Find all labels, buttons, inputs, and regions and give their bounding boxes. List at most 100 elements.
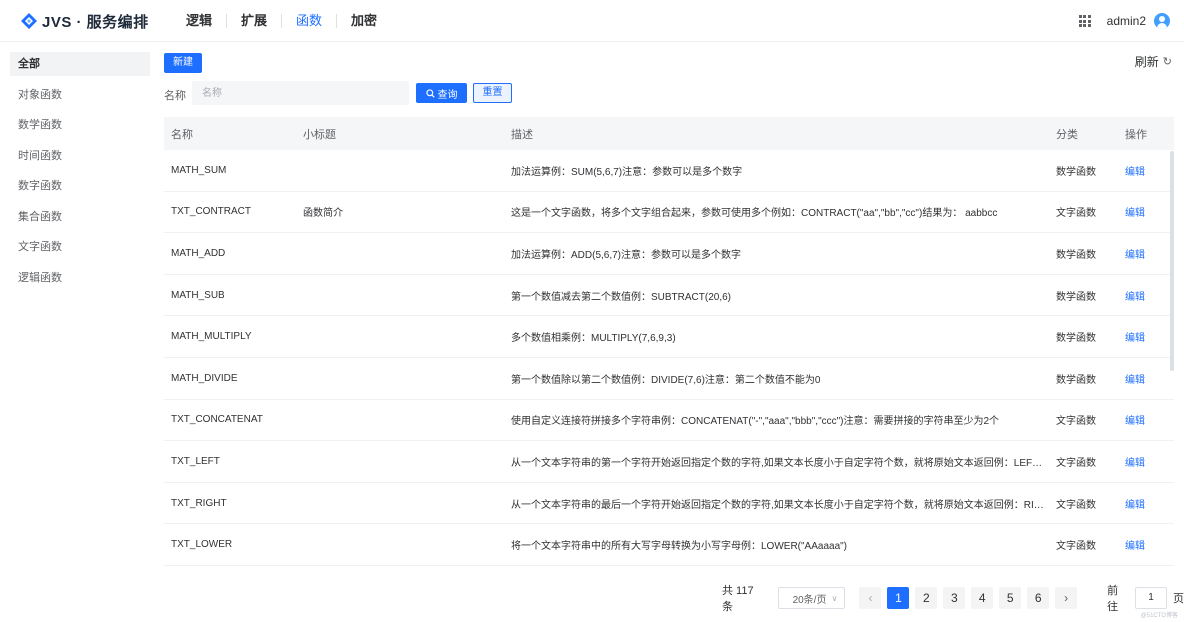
cell-name: MATH_DIVIDE	[171, 372, 238, 384]
page-size-value: 20条/页	[792, 594, 827, 606]
edit-link[interactable]: 编辑	[1125, 167, 1145, 178]
main-nav: 逻辑 扩展 函数 加密	[172, 0, 391, 42]
table-row[interactable]: TXT_CONTRACT 函数简介 这是一个文字函数，将多个文字组合起来，参数可…	[164, 192, 1174, 234]
header-op: 操作	[1125, 128, 1147, 141]
cell-category: 文字函数	[1056, 416, 1096, 428]
edit-link[interactable]: 编辑	[1125, 375, 1145, 386]
cell-name: TXT_LEFT	[171, 455, 220, 467]
goto-label: 前往	[1107, 585, 1119, 613]
table-row[interactable]: TXT_CONCATENAT 使用自定义连接符拼接多个字符串例：CONCATEN…	[164, 400, 1174, 442]
table-row[interactable]: MATH_SUB 第一个数值减去第二个数值例：SUBTRACT(20,6) 数学…	[164, 275, 1174, 317]
table-row[interactable]: MATH_DIVIDE 第一个数值除以第二个数值例：DIVIDE(7,6)注意：…	[164, 358, 1174, 400]
cell-category: 文字函数	[1056, 208, 1096, 220]
edit-link[interactable]: 编辑	[1125, 250, 1145, 261]
table-row[interactable]: MATH_SUM 加法运算例：SUM(5,6,7)注意：参数可以是多个数字 数学…	[164, 150, 1174, 192]
edit-link[interactable]: 编辑	[1125, 541, 1145, 552]
cell-name: MATH_SUM	[171, 164, 227, 176]
functions-table: 名称 小标题 描述 分类 操作 MATH_SUM 加法运算例：SUM(5,6,7…	[164, 117, 1174, 571]
table-scrollbar[interactable]	[1170, 151, 1174, 371]
cell-desc: 这是一个文字函数，将多个文字组合起来，参数可使用多个例如：CONTRACT("a…	[511, 208, 998, 220]
cell-category: 数学函数	[1056, 374, 1096, 386]
next-page-button[interactable]: ›	[1055, 587, 1078, 609]
page-button[interactable]: 1	[887, 587, 910, 609]
cell-category: 数学函数	[1056, 249, 1096, 261]
search-icon	[425, 88, 435, 98]
table-row[interactable]: TXT_LOWER 将一个文本字符串中的所有大写字母转换为小写字母例：LOWER…	[164, 524, 1174, 566]
category-sidebar: 全部 对象函数 数学函数 时间函数 数字函数 集合函数 文字函数 逻辑函数	[10, 52, 150, 296]
header-name: 名称	[171, 128, 193, 141]
cell-name: MATH_ADD	[171, 247, 226, 259]
cell-category: 数学函数	[1056, 166, 1096, 178]
nav-item-encryption[interactable]: 加密	[336, 14, 391, 28]
app-title: JVS · 服务编排	[42, 13, 149, 31]
sidebar-item-logic[interactable]: 逻辑函数	[10, 266, 150, 290]
sidebar-item-math[interactable]: 数学函数	[10, 113, 150, 137]
sidebar-item-text[interactable]: 文字函数	[10, 235, 150, 259]
total-count: 共 117 条	[722, 585, 754, 613]
page-button[interactable]: 4	[971, 587, 994, 609]
sidebar-item-number[interactable]: 数字函数	[10, 174, 150, 198]
query-label: 查询	[437, 89, 458, 101]
edit-link[interactable]: 编辑	[1125, 333, 1145, 344]
table-row[interactable]: TXT_RIGHT 从一个文本字符串的最后一个字符开始返回指定个数的字符,如果文…	[164, 483, 1174, 525]
filter-name-label: 名称	[164, 90, 186, 102]
nav-item-extension[interactable]: 扩展	[226, 14, 281, 28]
sidebar-item-collection[interactable]: 集合函数	[10, 205, 150, 229]
page-button[interactable]: 6	[1027, 587, 1050, 609]
cell-category: 文字函数	[1056, 541, 1096, 553]
query-button[interactable]: 查询	[416, 83, 467, 103]
name-search-input[interactable]	[192, 81, 409, 105]
watermark: @51CTO博客	[1140, 613, 1178, 619]
sidebar-item-object[interactable]: 对象函数	[10, 83, 150, 107]
edit-link[interactable]: 编辑	[1125, 416, 1145, 427]
cell-desc: 使用自定义连接符拼接多个字符串例：CONCATENAT("-","aaa","b…	[511, 416, 1000, 428]
cell-category: 文字函数	[1056, 457, 1096, 469]
edit-link[interactable]: 编辑	[1125, 458, 1145, 469]
top-bar: JVS · 服务编排 逻辑 扩展 函数 加密 admin2	[0, 0, 1184, 42]
page-button[interactable]: 5	[999, 587, 1022, 609]
cell-name: MATH_MULTIPLY	[171, 331, 252, 343]
cell-category: 数学函数	[1056, 291, 1096, 303]
cell-subtitle: 函数简介	[303, 208, 343, 220]
cell-name: MATH_SUB	[171, 289, 225, 301]
cell-name: TXT_LOWER	[171, 539, 233, 551]
cell-name: TXT_CONCATENAT	[171, 414, 263, 426]
chevron-down-icon: ∨	[831, 593, 838, 603]
username[interactable]: admin2	[1107, 14, 1146, 28]
header-desc: 描述	[511, 128, 533, 141]
cell-desc: 第一个数值减去第二个数值例：SUBTRACT(20,6)	[511, 291, 732, 303]
edit-link[interactable]: 编辑	[1125, 292, 1145, 303]
table-row[interactable]: MATH_MULTIPLY 多个数值相乘例：MULTIPLY(7,6,9,3) …	[164, 316, 1174, 358]
reset-button[interactable]: 重置	[473, 83, 512, 103]
page-button[interactable]: 2	[915, 587, 938, 609]
sidebar-item-all[interactable]: 全部	[10, 52, 150, 76]
avatar[interactable]	[1154, 13, 1170, 29]
nav-item-functions[interactable]: 函数	[281, 14, 336, 28]
cell-name: TXT_CONTRACT	[171, 206, 251, 218]
chevron-left-icon: ‹	[868, 591, 873, 605]
cell-desc: 第一个数值除以第二个数值例：DIVIDE(7,6)注意：第二个数值不能为0	[511, 374, 821, 386]
edit-link[interactable]: 编辑	[1125, 500, 1145, 511]
table-header: 名称 小标题 描述 分类 操作	[164, 117, 1174, 150]
cell-desc: 加法运算例：ADD(5,6,7)注意：参数可以是多个数字	[511, 249, 742, 261]
cell-desc: 从一个文本字符串的最后一个字符开始返回指定个数的字符,如果文本长度小于自定字符个…	[511, 499, 1044, 511]
page-button[interactable]: 3	[943, 587, 966, 609]
table-row[interactable]: TXT_LEFT 从一个文本字符串的第一个字符开始返回指定个数的字符,如果文本长…	[164, 441, 1174, 483]
page-size-select[interactable]: 20条/页 ∨	[777, 587, 846, 609]
cell-category: 文字函数	[1056, 499, 1096, 511]
nav-item-logic[interactable]: 逻辑	[172, 14, 226, 28]
refresh-label: 刷新	[1134, 55, 1159, 69]
app-logo[interactable]: JVS · 服务编排	[20, 10, 149, 32]
pagination: 共 117 条 20条/页 ∨ ‹ 1 2 3 4 5 6 › 前往 1 页	[722, 585, 1184, 613]
new-button[interactable]: 新建	[164, 53, 202, 73]
cell-desc: 多个数值相乘例：MULTIPLY(7,6,9,3)	[511, 333, 676, 345]
sidebar-item-time[interactable]: 时间函数	[10, 144, 150, 168]
edit-link[interactable]: 编辑	[1125, 208, 1145, 219]
refresh-button[interactable]: 刷新 ↻	[1135, 53, 1172, 70]
prev-page-button[interactable]: ‹	[859, 587, 882, 609]
goto-page-input[interactable]: 1	[1135, 587, 1167, 609]
logo-icon	[21, 13, 37, 29]
user-area: admin2	[1078, 0, 1170, 42]
table-row[interactable]: MATH_ADD 加法运算例：ADD(5,6,7)注意：参数可以是多个数字 数学…	[164, 233, 1174, 275]
apps-grid-icon[interactable]	[1078, 15, 1091, 27]
